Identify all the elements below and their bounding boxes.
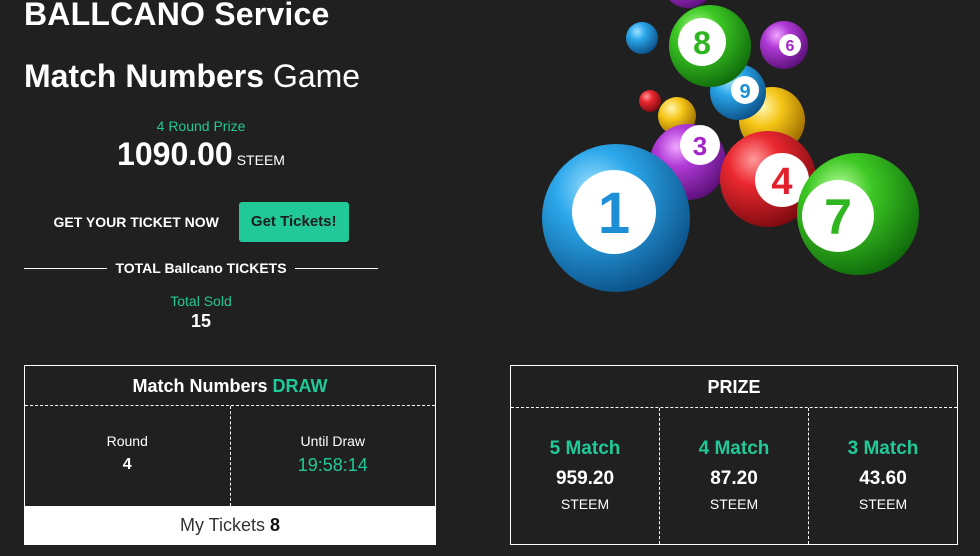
prize-tier: 5 Match 959.20 STEEM [511, 408, 659, 544]
ball-number: 1 [598, 181, 630, 246]
prize-tier: 4 Match 87.20 STEEM [659, 408, 808, 544]
match-label: 5 Match [549, 438, 621, 459]
round-prize-label: 4 Round Prize [156, 118, 246, 134]
ball-icon [639, 90, 661, 112]
round-value: 4 [122, 456, 132, 473]
page: BALLCANO Service Match Numbers Game 4 Ro… [0, 0, 980, 556]
prize-panel: PRIZE 5 Match 959.20 STEEM 4 Match 87.20… [510, 365, 958, 545]
until-draw-label: Until Draw [300, 433, 366, 449]
draw-panel-title: Match Numbers DRAW [25, 366, 435, 406]
my-tickets-label: My Tickets [179, 515, 265, 535]
match-prize-value: 959.20 [555, 468, 615, 489]
prize-panel-title: PRIZE [511, 366, 957, 408]
draw-title-accent: DRAW [272, 376, 328, 396]
ball-number: 9 [739, 81, 750, 103]
until-draw-cell: Until Draw 19:58:14 [229, 406, 436, 506]
round-prize-value: 1090.00 [117, 136, 233, 172]
match-label: 3 Match [847, 438, 919, 459]
ball-icon [626, 22, 658, 54]
service-title: BALLCANO Service [24, 0, 330, 32]
countdown-timer: 19:58:14 [297, 455, 368, 475]
my-tickets-bar[interactable]: My Tickets 8 [25, 506, 435, 544]
ball-number: 8 [693, 25, 711, 61]
ball-number: 3 [693, 131, 707, 161]
ball-number: 6 [786, 38, 795, 55]
match-prize-unit: STEEM [709, 496, 759, 512]
total-sold-value: 15 [190, 311, 212, 331]
match-prize-unit: STEEM [858, 496, 908, 512]
game-title-light: Game [272, 58, 361, 94]
divider [294, 267, 379, 269]
ticket-cta-text: GET YOUR TICKET NOW [53, 214, 219, 230]
round-label: Round [106, 433, 148, 449]
game-title: Match Numbers Game [24, 58, 360, 95]
game-title-bold: Match Numbers [24, 58, 265, 94]
lottery-balls-illustration: 6 9 8 3 4 1 7 [542, 0, 919, 292]
match-label: 4 Match [698, 438, 770, 459]
ball-number: 4 [771, 161, 792, 203]
round-prize: 4 Round Prize 1090.00 STEEM [24, 118, 378, 173]
prize-tier: 3 Match 43.60 STEEM [808, 408, 957, 544]
round-prize-amount: 1090.00 STEEM [24, 136, 378, 173]
match-prize-unit: STEEM [560, 496, 610, 512]
draw-title-text: Match Numbers [132, 376, 268, 396]
round-prize-unit: STEEM [236, 152, 285, 168]
get-tickets-button[interactable]: Get Tickets! [238, 202, 349, 242]
divider [24, 267, 108, 269]
total-tickets-heading-text: TOTAL Ballcano TICKETS [115, 260, 287, 276]
draw-panel: Match Numbers DRAW Round 4 Until Draw 19… [24, 365, 436, 545]
ball-number: 7 [824, 189, 852, 245]
draw-stats: Round 4 Until Draw 19:58:14 [25, 406, 435, 506]
match-prize-value: 87.20 [710, 468, 758, 489]
total-sold-label: Total Sold [170, 293, 232, 309]
match-prize-value: 43.60 [859, 468, 907, 489]
round-cell: Round 4 [25, 406, 230, 506]
ticket-row: GET YOUR TICKET NOW Get Tickets! [24, 202, 378, 242]
my-tickets-count: 8 [270, 515, 281, 535]
total-tickets-heading: TOTAL Ballcano TICKETS [24, 260, 379, 276]
total-sold: Total Sold 15 [24, 293, 378, 332]
prize-tiers: 5 Match 959.20 STEEM 4 Match 87.20 STEEM… [511, 408, 957, 544]
